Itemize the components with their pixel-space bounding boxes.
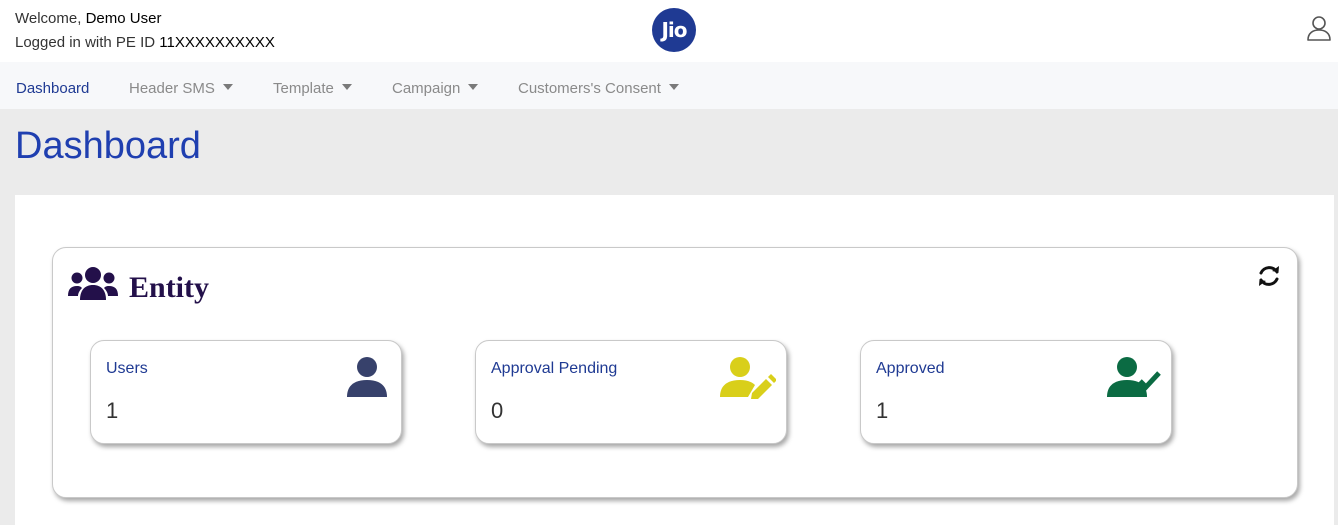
- user-profile-icon[interactable]: [1305, 14, 1333, 42]
- stat-value: 1: [876, 398, 889, 423]
- nav-customers-consent[interactable]: Customers's Consent: [518, 80, 679, 98]
- logo-text: Jio: [661, 18, 687, 42]
- user-edit-icon: [720, 357, 776, 399]
- stat-value: 1: [106, 398, 119, 423]
- caret-down-icon: [468, 84, 479, 90]
- user-name: Demo User: [85, 10, 162, 27]
- caret-down-icon: [668, 84, 679, 90]
- user-icon: [347, 357, 387, 397]
- login-prefix: Logged in with PE ID: [15, 34, 156, 51]
- nav-template[interactable]: Template: [273, 80, 352, 98]
- pe-id: 11XXXXXXXXXX: [159, 34, 275, 51]
- stat-card-approved[interactable]: Approved 1: [860, 340, 1172, 444]
- caret-down-icon: [341, 84, 352, 90]
- jio-logo[interactable]: Jio: [652, 8, 696, 52]
- nav-campaign-label: Campaign: [392, 80, 461, 97]
- entity-title: Entity: [129, 271, 210, 304]
- users-group-icon: [68, 267, 118, 300]
- login-info: Logged in with PE ID 11XXXXXXXXXX: [15, 34, 275, 52]
- nav-header-sms[interactable]: Header SMS: [129, 80, 233, 98]
- nav-customers-consent-label: Customers's Consent: [518, 80, 661, 97]
- refresh-icon[interactable]: [1256, 263, 1282, 289]
- stat-card-users[interactable]: Users 1: [90, 340, 402, 444]
- welcome-prefix: Welcome,: [15, 10, 82, 27]
- user-check-icon: [1107, 357, 1161, 397]
- page-title: Dashboard: [15, 125, 201, 167]
- main-nav: Dashboard Header SMS Template Campaign C…: [0, 62, 1338, 109]
- nav-dashboard[interactable]: Dashboard: [16, 80, 89, 98]
- stat-value: 0: [491, 398, 504, 423]
- welcome-text: Welcome, Demo User: [15, 10, 161, 28]
- nav-dashboard-label: Dashboard: [16, 80, 90, 97]
- stat-card-approval-pending[interactable]: Approval Pending 0: [475, 340, 787, 444]
- stat-label: Approval Pending: [491, 360, 618, 377]
- nav-template-label: Template: [273, 80, 334, 97]
- nav-header-sms-label: Header SMS: [129, 80, 215, 97]
- nav-campaign[interactable]: Campaign: [392, 80, 479, 98]
- top-header: Welcome, Demo User Logged in with PE ID …: [0, 0, 1338, 62]
- stat-label: Approved: [876, 360, 945, 377]
- caret-down-icon: [222, 84, 233, 90]
- stat-label: Users: [106, 360, 148, 377]
